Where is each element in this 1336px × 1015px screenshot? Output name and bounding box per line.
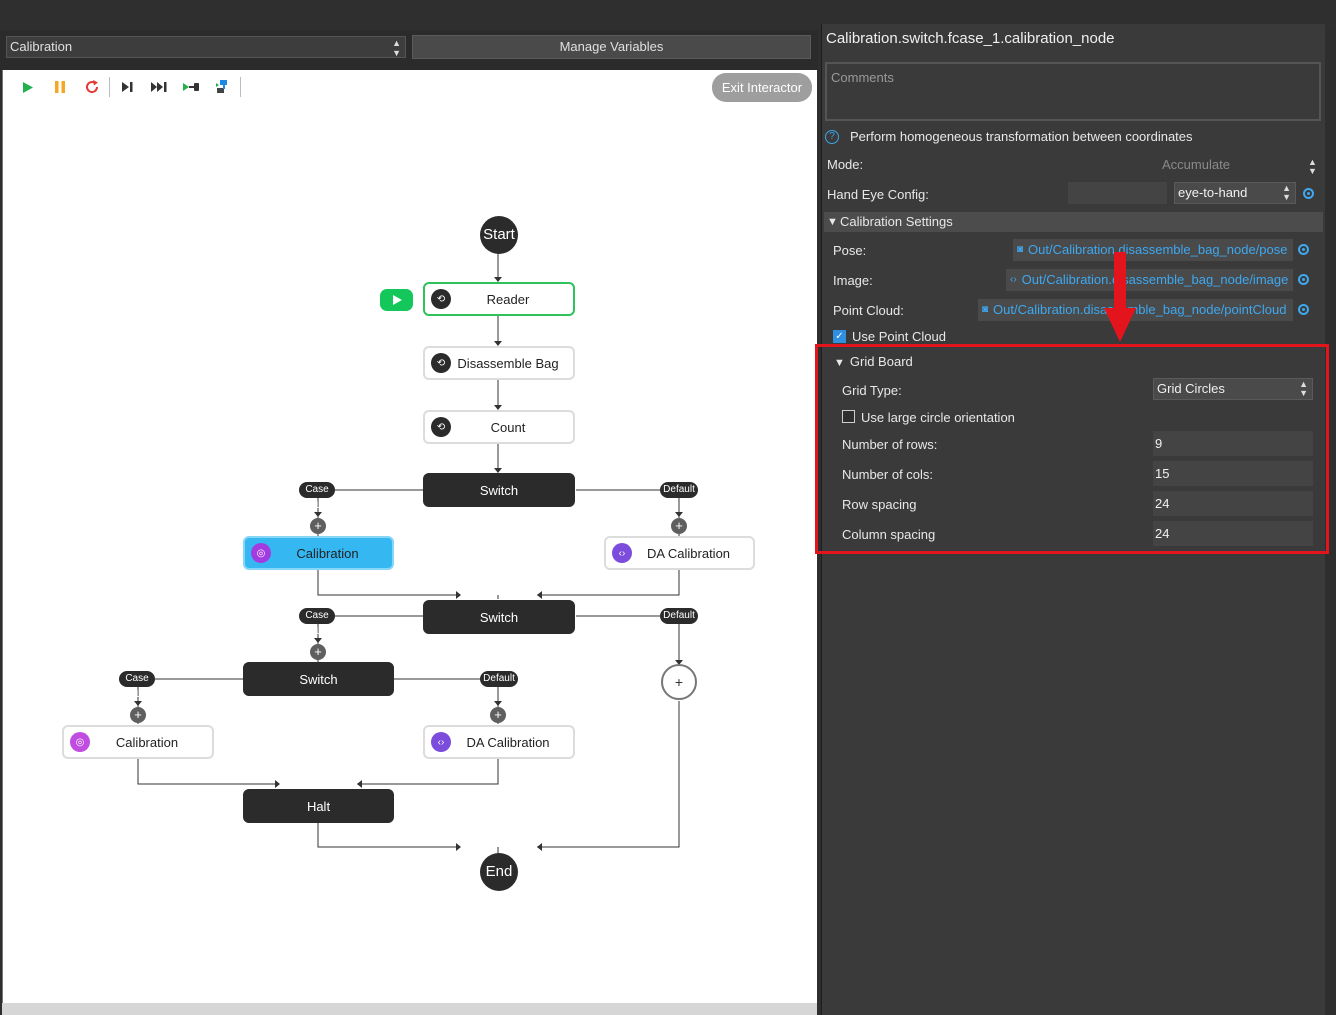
code-icon: ‹› [1010, 274, 1017, 285]
target-icon: ◎ [251, 543, 271, 563]
calibration-node[interactable]: ◎ Calibration [62, 725, 214, 759]
case-badge: Case 1 [299, 482, 335, 511]
plugin-icon: ⟲ [431, 353, 451, 373]
bind-target-icon[interactable] [1298, 274, 1309, 285]
default-badge: Default [480, 671, 518, 687]
node-description: ? Perform homogeneous transformation bet… [825, 129, 1193, 144]
da-calibration-node[interactable]: ‹› DA Calibration [604, 536, 755, 570]
case-badge: Case 1 [119, 671, 155, 700]
add-node-icon[interactable]: + [490, 707, 506, 723]
add-node-icon[interactable]: + [310, 644, 326, 660]
add-node-icon[interactable]: + [310, 518, 326, 534]
bind-target-icon[interactable] [1303, 188, 1314, 199]
calibration-node-selected[interactable]: ◎ Calibration [243, 536, 394, 570]
code-icon: ‹› [431, 732, 451, 752]
plugin-icon: ⟲ [431, 417, 451, 437]
image-label: Image: [833, 273, 873, 288]
add-node-icon[interactable]: + [130, 707, 146, 723]
camera-icon: ◙ [982, 304, 989, 315]
point-cloud-label: Point Cloud: [833, 303, 904, 318]
target-icon: ◎ [70, 732, 90, 752]
camera-icon: ◙ [1017, 244, 1024, 255]
start-node[interactable]: Start [480, 216, 518, 254]
mode-value[interactable]: Accumulate [1162, 157, 1230, 172]
help-icon[interactable]: ? [825, 129, 839, 144]
hand-eye-select[interactable]: eye-to-hand ▲ ▼ [1174, 182, 1296, 204]
count-node[interactable]: ⟲ Count [423, 410, 575, 444]
code-icon: ‹› [612, 543, 632, 563]
add-node-large-icon[interactable]: + [661, 664, 697, 700]
calibration-settings-section[interactable]: ▼ Calibration Settings [824, 212, 1323, 232]
reader-node[interactable]: ⟲ Reader [423, 282, 575, 316]
plugin-icon: ⟲ [431, 289, 451, 309]
hand-eye-input[interactable] [1068, 182, 1167, 204]
pose-label: Pose: [833, 243, 867, 258]
collapse-triangle-icon: ▼ [827, 216, 838, 228]
switch-node-2[interactable]: Switch [423, 600, 575, 634]
image-link[interactable]: ‹› Out/Calibration.disassemble_bag_node/… [1006, 269, 1293, 291]
hand-eye-label: Hand Eye Config: [827, 187, 929, 202]
mode-label: Mode: [827, 157, 864, 172]
app-window: Calibration ▲ ▼ Manage Variables Exit Int… [0, 0, 1336, 1015]
node-path-title: Calibration.switch.fcase_1.calibration_n… [826, 30, 1115, 47]
halt-node[interactable]: Halt [243, 789, 394, 823]
flow-connectors [134, 253, 683, 854]
updown-arrows-icon: ▲ ▼ [1308, 157, 1317, 176]
highlight-box [815, 344, 1329, 554]
red-arrow-icon [1104, 252, 1136, 342]
default-badge: Default [660, 482, 698, 498]
bind-target-icon[interactable] [1298, 304, 1309, 315]
use-point-cloud-label: Use Point Cloud [852, 329, 946, 344]
add-node-icon[interactable]: + [671, 518, 687, 534]
bind-target-icon[interactable] [1298, 244, 1309, 255]
case-badge: Case 1 [299, 608, 335, 637]
updown-arrows-icon: ▲ ▼ [1282, 183, 1291, 202]
run-marker-icon[interactable] [380, 289, 413, 311]
use-point-cloud-checkbox[interactable]: ✓ [833, 330, 846, 343]
da-calibration-node[interactable]: ‹› DA Calibration [423, 725, 575, 759]
disassemble-bag-node[interactable]: ⟲ Disassemble Bag [423, 346, 575, 380]
switch-node-1[interactable]: Switch [423, 473, 575, 507]
switch-node-3[interactable]: Switch [243, 662, 394, 696]
pose-link[interactable]: ◙ Out/Calibration.disassemble_bag_node/p… [1013, 239, 1293, 261]
default-badge: Default [660, 608, 698, 624]
end-node[interactable]: End [480, 853, 518, 891]
comments-field[interactable]: Comments [825, 62, 1321, 121]
